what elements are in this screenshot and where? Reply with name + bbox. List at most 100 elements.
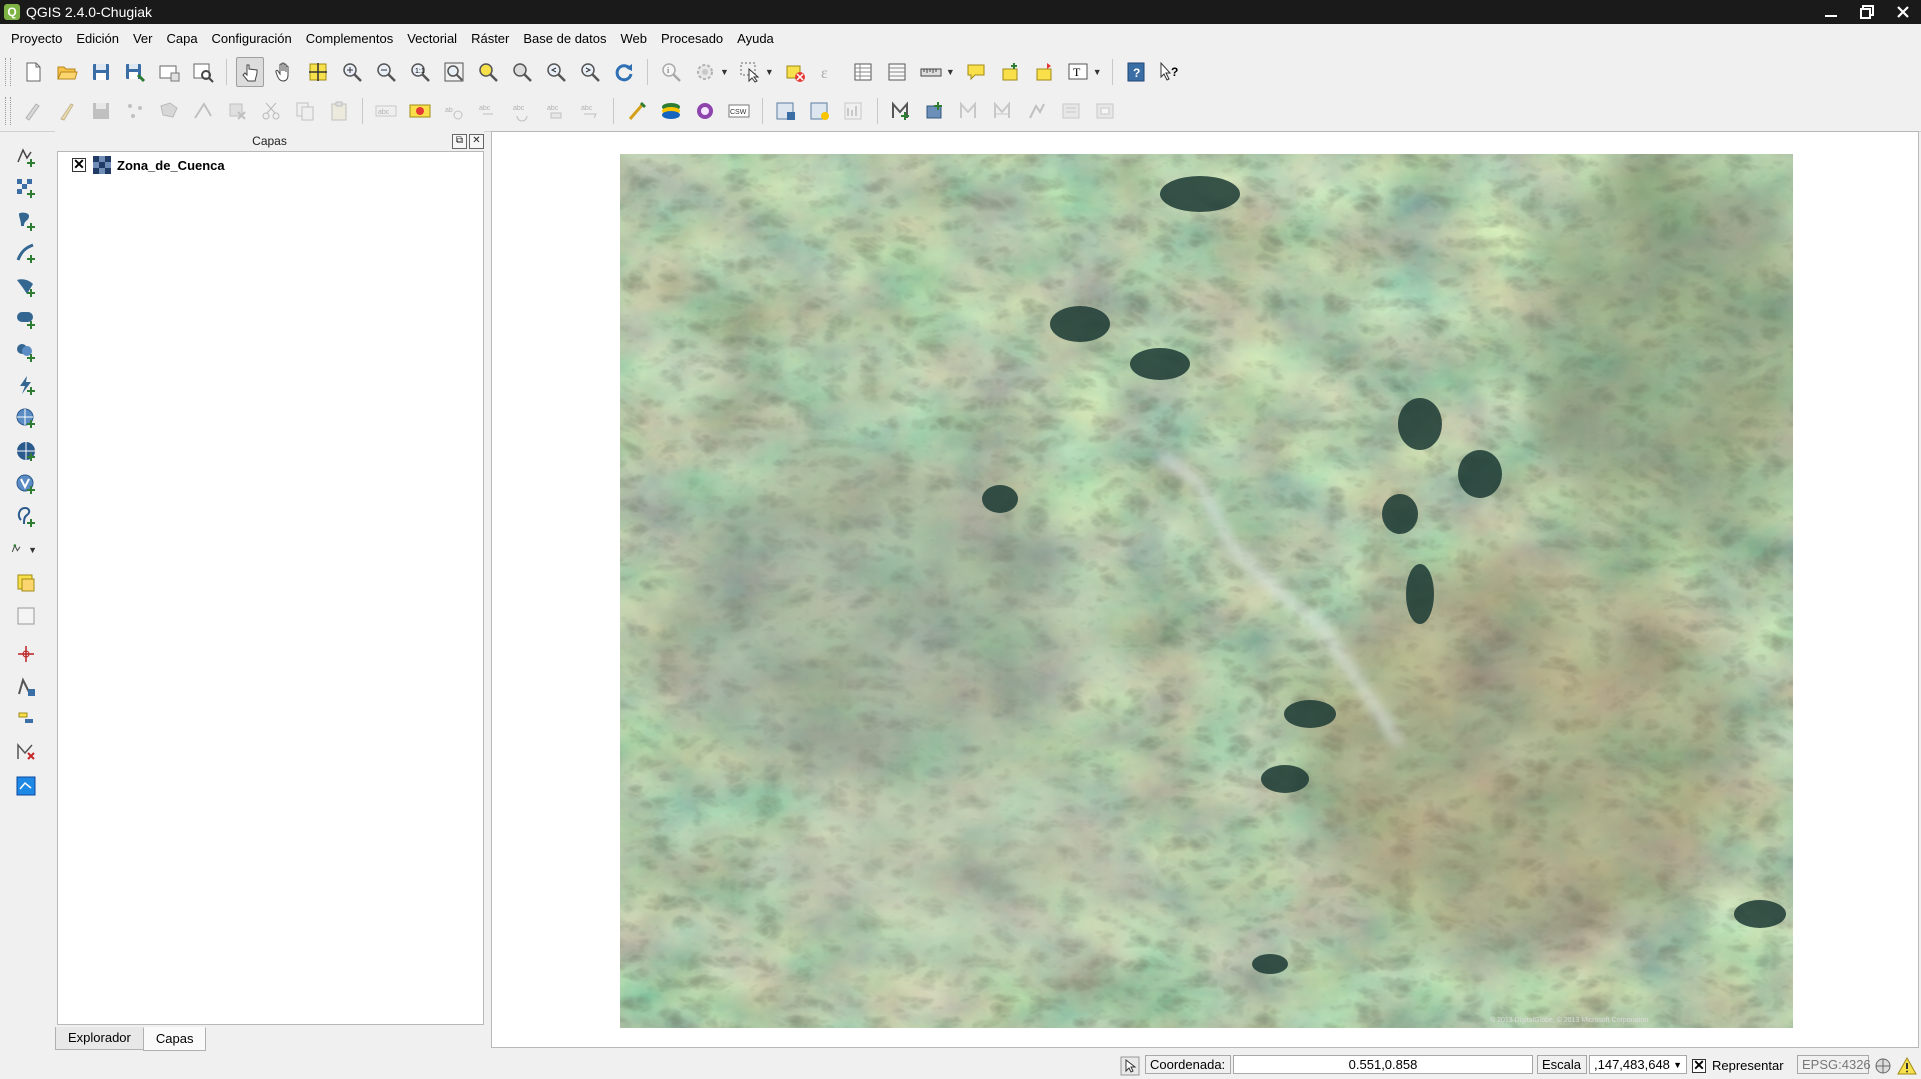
identify-button[interactable]: i [657, 57, 685, 87]
change-label-button[interactable]: abc [542, 96, 570, 126]
maximize-button[interactable] [1849, 0, 1885, 24]
add-gpx-layer-button[interactable] [11, 502, 41, 532]
close-button[interactable] [1885, 0, 1921, 24]
raster-calculator-button[interactable] [772, 96, 800, 126]
show-hide-labels-button[interactable]: ab [440, 96, 468, 126]
dropdown-arrow-icon[interactable]: ▼ [946, 67, 955, 77]
render-toggle[interactable]: ✕ Representar [1692, 1055, 1784, 1076]
new-spatialite-layer-button[interactable] [11, 568, 41, 598]
measure-button[interactable] [917, 57, 945, 87]
map-canvas[interactable]: © 2013 DigitalGlobe, © 2013 Microsoft Co… [491, 131, 1919, 1048]
run-feature-action-button[interactable] [691, 57, 719, 87]
georeferencer-button[interactable] [691, 96, 719, 126]
reshape-features-button[interactable] [921, 96, 949, 126]
remove-layer-button[interactable] [11, 601, 41, 631]
simplify-feature-button[interactable] [1057, 96, 1085, 126]
split-parts-button[interactable] [11, 703, 41, 733]
zoom-to-layer-button[interactable] [508, 57, 536, 87]
coordinate-toggle-button[interactable] [1120, 1055, 1140, 1076]
refresh-button[interactable] [610, 57, 638, 87]
menu-vectorial[interactable]: Vectorial [400, 24, 464, 54]
toolbar-grip[interactable] [5, 58, 11, 86]
composer-manager-button[interactable] [189, 57, 217, 87]
toggle-editing-button[interactable] [53, 96, 81, 126]
add-part-button[interactable] [11, 672, 41, 702]
paste-features-button[interactable] [325, 96, 353, 126]
add-wfs-layer-button[interactable] [11, 469, 41, 499]
node-tool-button[interactable] [189, 96, 217, 126]
menu-edicion[interactable]: Edición [69, 24, 126, 54]
layer-visibility-checkbox[interactable]: ✕ [72, 157, 86, 172]
merge-features-button[interactable] [989, 96, 1017, 126]
layer-item[interactable]: ✕ Zona_de_Cuenca [72, 156, 225, 174]
add-postgis-layer-button[interactable] [11, 206, 41, 236]
zoom-to-selection-button[interactable] [474, 57, 502, 87]
add-feature-button[interactable] [121, 96, 149, 126]
menu-capa[interactable]: Capa [159, 24, 204, 54]
open-project-button[interactable] [53, 57, 81, 87]
zoom-actual-size-button[interactable]: 1:1 [406, 57, 434, 87]
map-tips-button[interactable] [962, 57, 990, 87]
tab-explorador[interactable]: Explorador [55, 1027, 144, 1050]
split-features-button[interactable] [955, 96, 983, 126]
menu-proyecto[interactable]: Proyecto [0, 24, 69, 54]
messages-button[interactable] [1897, 1055, 1917, 1076]
crs-status-button[interactable] [1873, 1055, 1893, 1076]
close-panel-button[interactable]: ✕ [469, 134, 484, 149]
add-oracle-layer-button[interactable] [11, 304, 41, 334]
save-project-button[interactable] [87, 57, 115, 87]
float-panel-button[interactable]: ⧉ [452, 134, 467, 149]
cut-features-button[interactable] [257, 96, 285, 126]
crs-button[interactable]: EPSG:4326 [1797, 1055, 1871, 1074]
menu-ayuda[interactable]: Ayuda [730, 24, 781, 54]
text-annotation-button[interactable]: T [1064, 57, 1092, 87]
layer-labeling-button[interactable]: abc [372, 96, 400, 126]
save-layer-edits-button[interactable] [87, 96, 115, 126]
menu-complementos[interactable]: Complementos [299, 24, 400, 54]
field-calculator-button[interactable]: ε [815, 57, 843, 87]
new-project-button[interactable] [19, 57, 47, 87]
add-wms-layer-button[interactable] [11, 403, 41, 433]
statistical-summary-button[interactable] [883, 57, 911, 87]
help-contents-button[interactable]: ? [1122, 57, 1150, 87]
new-shapefile-layer-button[interactable]: ▼ [11, 535, 41, 565]
layer-tree[interactable]: ✕ Zona_de_Cuenca [57, 151, 484, 1025]
dropdown-arrow-icon[interactable]: ▼ [720, 67, 729, 77]
current-edits-button[interactable] [19, 96, 47, 126]
show-bookmarks-button[interactable] [1030, 57, 1058, 87]
delete-selected-button[interactable] [223, 96, 251, 126]
minimize-button[interactable] [1813, 0, 1849, 24]
touch-zoom-button[interactable] [236, 57, 264, 87]
whats-this-button[interactable]: ? [1156, 57, 1184, 87]
raster-histogram-button[interactable] [806, 96, 834, 126]
add-raster-layer-button[interactable] [11, 173, 41, 203]
dropdown-arrow-icon[interactable]: ▼ [28, 545, 37, 555]
fill-polygon-button[interactable] [11, 771, 41, 801]
add-spatialite-layer-button[interactable] [11, 238, 41, 268]
menu-base-de-datos[interactable]: Base de datos [516, 24, 613, 54]
add-virtual-layer-button[interactable] [11, 337, 41, 367]
new-print-composer-button[interactable] [155, 57, 183, 87]
save-as-button[interactable] [121, 57, 149, 87]
label-options-button[interactable]: abc [576, 96, 604, 126]
render-checkbox[interactable]: ✕ [1692, 1058, 1706, 1073]
move-label-button[interactable]: abc [474, 96, 502, 126]
dropdown-arrow-icon[interactable]: ▼ [765, 67, 774, 77]
raster-stretch-button[interactable] [840, 96, 868, 126]
menu-procesado[interactable]: Procesado [654, 24, 730, 54]
fill-ring-button[interactable] [1091, 96, 1119, 126]
dropdown-arrow-icon[interactable]: ▼ [1093, 67, 1102, 77]
zoom-last-button[interactable] [542, 57, 570, 87]
attribute-table-button[interactable] [849, 57, 877, 87]
csw-button[interactable]: CSW [725, 96, 753, 126]
zoom-full-button[interactable] [440, 57, 468, 87]
coordinate-field[interactable]: 0.551,0.858 [1233, 1055, 1533, 1074]
scale-combobox[interactable]: ,147,483,648 ▼ [1589, 1055, 1687, 1074]
add-wcs-layer-button[interactable] [11, 436, 41, 466]
add-delimited-text-button[interactable] [11, 370, 41, 400]
move-feature-button[interactable] [155, 96, 183, 126]
vertex-editor-button[interactable] [11, 737, 41, 767]
select-features-button[interactable] [736, 57, 764, 87]
deselect-button[interactable] [781, 57, 809, 87]
add-polygon-button[interactable] [887, 96, 915, 126]
